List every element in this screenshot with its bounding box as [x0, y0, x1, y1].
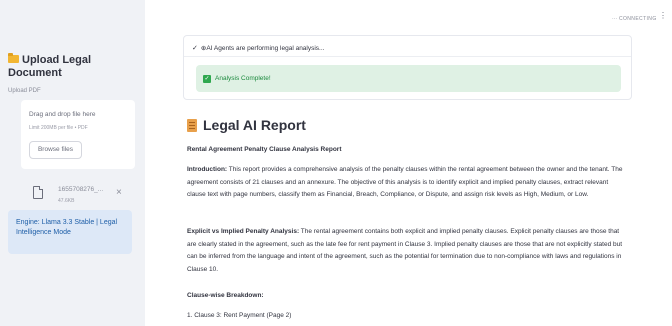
explicit-implied-paragraph: Explicit vs Implied Penalty Analysis: Th…	[187, 226, 623, 276]
dropzone-text: Drag and drop file here	[29, 111, 96, 118]
connection-status-text: CONNECTING	[619, 16, 657, 22]
file-icon	[33, 186, 43, 199]
success-alert: ✓ Analysis Complete!	[196, 65, 621, 92]
main-menu-icon[interactable]: ⋮	[659, 12, 667, 20]
status-header-text: AI Agents are performing legal analysis.…	[206, 45, 325, 52]
status-expander[interactable]: ✓ ⊕AI Agents are performing legal analysi…	[183, 35, 632, 100]
dropzone-limit: Limit 200MB per file • PDF	[29, 125, 88, 131]
list-item: 1. Clause 3: Rent Payment (Page 2)	[187, 312, 292, 319]
close-icon[interactable]: ×	[116, 188, 122, 198]
check-box-icon: ✓	[203, 75, 211, 83]
dots-icon: ···	[612, 16, 617, 22]
divider	[184, 56, 631, 57]
connection-status: ··· CONNECTING	[612, 16, 657, 22]
intro-paragraph: Introduction: This report provides a com…	[187, 164, 623, 202]
uploaded-file: 1655708276_... 47.6KB ×	[30, 184, 140, 212]
browse-files-button[interactable]: Browse files	[29, 141, 82, 159]
sidebar-title: Upload Legal Document	[8, 53, 140, 80]
intro-text: This report provides a comprehensive ana…	[187, 166, 623, 198]
file-name: 1655708276_...	[58, 186, 104, 193]
page-title-text: Legal AI Report	[203, 117, 306, 133]
report-subtitle: Rental Agreement Penalty Clause Analysis…	[187, 146, 342, 153]
page-title: Legal AI Report	[187, 116, 306, 134]
sidebar-title-text: Upload Legal Document	[8, 54, 92, 79]
file-size: 47.6KB	[58, 198, 75, 204]
breakdown-heading: Clause-wise Breakdown:	[187, 292, 264, 299]
checkmark-icon: ✓	[192, 45, 198, 52]
file-dropzone[interactable]: Drag and drop file here Limit 200MB per …	[21, 100, 135, 169]
status-header[interactable]: ✓ ⊕AI Agents are performing legal analysi…	[192, 44, 324, 52]
intro-label: Introduction:	[187, 166, 228, 173]
scroll-icon	[187, 119, 197, 132]
engine-info-box: Engine: Llama 3.3 Stable | Legal Intelli…	[8, 210, 132, 254]
explicit-label: Explicit vs Implied Penalty Analysis:	[187, 228, 300, 235]
upload-label: Upload PDF	[8, 88, 41, 94]
sidebar: Upload Legal Document Upload PDF Drag an…	[0, 0, 145, 326]
folder-icon	[8, 53, 19, 63]
success-text: Analysis Complete!	[215, 75, 271, 82]
